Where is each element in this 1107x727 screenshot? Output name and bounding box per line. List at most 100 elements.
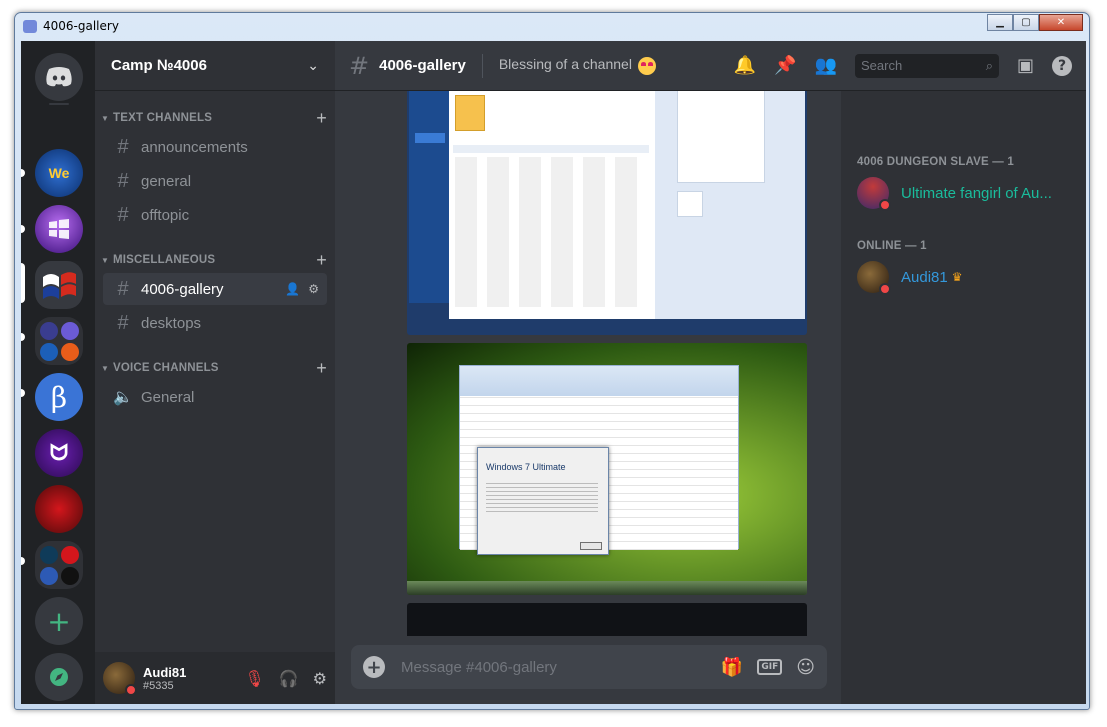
- collapse-arrow-icon: ▼: [101, 113, 110, 123]
- header-divider: [481, 53, 483, 78]
- channel-label: desktops: [141, 314, 202, 332]
- emoji-picker-icon[interactable]: ☺: [796, 657, 815, 678]
- unread-indicator: [21, 333, 25, 341]
- speaker-icon: 🔈: [113, 389, 133, 406]
- search-icon: ⌕: [985, 57, 993, 73]
- category-text-channels[interactable]: ▼ TEXT CHANNELS +: [101, 108, 327, 128]
- create-button-preview: [677, 191, 703, 217]
- channel-label: announcements: [141, 138, 248, 156]
- server-icon-camp-4006[interactable]: [35, 261, 83, 309]
- attachment-image-office[interactable]: [407, 91, 807, 335]
- window-titlebar[interactable]: 4006-gallery ▁ ▢ ✕: [15, 13, 1089, 41]
- category-miscellaneous[interactable]: ▼ MISCELLANEOUS +: [101, 250, 327, 270]
- message-input[interactable]: Message #4006-gallery: [401, 659, 557, 676]
- home-button[interactable]: [35, 53, 83, 101]
- chevron-down-icon: ⌄: [307, 57, 319, 74]
- search-input[interactable]: Search ⌕: [854, 53, 999, 78]
- create-channel-icon[interactable]: +: [316, 358, 327, 379]
- mini-server-icon: [39, 321, 58, 340]
- topic-text: Blessing of a channel: [498, 56, 632, 73]
- unread-indicator: [21, 389, 25, 397]
- inbox-icon[interactable]: ▣: [1017, 55, 1034, 76]
- gear-icon[interactable]: ⚙: [313, 669, 327, 688]
- server-icon-we[interactable]: We: [35, 149, 83, 197]
- office-new-tab: [415, 133, 445, 143]
- compass-icon: [50, 668, 68, 686]
- channel-offtopic[interactable]: # offtopic: [103, 199, 327, 231]
- channel-title: 4006-gallery: [379, 57, 466, 74]
- minimize-button[interactable]: ▁: [987, 14, 1013, 31]
- server-icon-windows-purple[interactable]: [35, 205, 83, 253]
- user-tag: #5335: [143, 679, 174, 692]
- message-composer[interactable]: + Message #4006-gallery 🎁 GIF ☺: [351, 645, 827, 689]
- close-button[interactable]: ✕: [1039, 14, 1083, 31]
- attachment-image-windows7[interactable]: Windows 7 Ultimate: [407, 343, 807, 595]
- headphones-icon[interactable]: 🎧: [279, 669, 299, 688]
- username: Audi81: [143, 664, 187, 680]
- create-channel-icon[interactable]: +: [316, 108, 327, 129]
- pin-icon[interactable]: 📌: [774, 55, 796, 76]
- bell-icon[interactable]: 🔔: [734, 55, 756, 76]
- dnd-status-icon: [125, 684, 137, 696]
- server-icon-purple[interactable]: ᗢ: [35, 429, 83, 477]
- server-folder-2[interactable]: [35, 541, 83, 589]
- winver-ok-button: [580, 542, 602, 550]
- channel-announcements[interactable]: # announcements: [103, 131, 327, 163]
- server-separator: [49, 103, 69, 105]
- member-item[interactable]: Ultimate fangirl of Au...: [857, 177, 1052, 211]
- channel-desktops[interactable]: # desktops: [103, 307, 327, 339]
- explore-servers-button[interactable]: [35, 653, 83, 701]
- office-preview-pane: [655, 91, 805, 319]
- channel-label: general: [141, 172, 192, 190]
- avatar[interactable]: [103, 662, 137, 696]
- mini-server-icon: [60, 342, 79, 361]
- create-channel-icon[interactable]: +: [316, 250, 327, 271]
- channel-sidebar: Camp №4006 ⌄ ▼ TEXT CHANNELS + # announc…: [95, 41, 335, 704]
- server-list: We β ᗢ +: [21, 41, 95, 704]
- members-icon[interactable]: 👥: [815, 55, 837, 76]
- gif-button[interactable]: GIF: [757, 659, 783, 675]
- search-placeholder: Search: [860, 58, 903, 73]
- excel-ribbon: [460, 366, 738, 396]
- mute-mic-icon[interactable]: 🎙: [244, 669, 264, 688]
- channel-label: offtopic: [141, 206, 190, 224]
- channel-4006-gallery[interactable]: # 4006-gallery 👤 ⚙: [103, 273, 327, 305]
- add-server-button[interactable]: +: [35, 597, 83, 645]
- collapse-arrow-icon: ▼: [101, 363, 110, 373]
- voice-channel-general[interactable]: 🔈 General: [103, 381, 327, 413]
- unread-indicator: [21, 225, 25, 233]
- crown-icon: ♛: [951, 270, 963, 284]
- winver-title: Windows 7 Ultimate: [486, 462, 566, 472]
- help-icon[interactable]: ?: [1052, 55, 1072, 76]
- guild-header[interactable]: Camp №4006 ⌄: [95, 41, 335, 91]
- server-we-logo: We: [48, 165, 70, 181]
- avatar: [857, 177, 891, 211]
- office-template-pane: [449, 91, 655, 319]
- server-folder-1[interactable]: [35, 317, 83, 365]
- maximize-button[interactable]: ▢: [1013, 14, 1039, 31]
- member-item[interactable]: Audi81 ♛: [857, 261, 963, 295]
- attachment-image-desktop[interactable]: [407, 603, 807, 636]
- channel-general[interactable]: # general: [103, 165, 327, 197]
- server-icon-red[interactable]: [35, 485, 83, 533]
- upload-plus-icon[interactable]: +: [363, 656, 385, 678]
- preview-page: [677, 91, 765, 183]
- window-title: 4006-gallery: [43, 19, 119, 33]
- invite-icon[interactable]: 👤: [285, 282, 300, 296]
- role-header: 4006 DUNGEON SLAVE — 1: [857, 156, 1014, 168]
- channel-topic: Blessing of a channel: [498, 56, 656, 75]
- member-name: Audi81: [901, 268, 948, 286]
- gear-icon[interactable]: ⚙: [308, 282, 319, 296]
- office-online-bar: [453, 145, 649, 153]
- horn-logo-icon: ᗢ: [49, 440, 69, 466]
- avatar: [857, 261, 891, 295]
- server-icon-beta[interactable]: β: [35, 373, 83, 421]
- dnd-status-icon: [879, 199, 891, 211]
- guild-name: Camp №4006: [111, 57, 207, 74]
- gift-icon[interactable]: 🎁: [721, 657, 743, 678]
- winver-text-lines: [486, 482, 598, 512]
- windows-logo-icon: [49, 219, 69, 239]
- mini-server-icon: [39, 545, 58, 564]
- beta-glyph-icon: β: [50, 380, 68, 414]
- category-voice-channels[interactable]: ▼ VOICE CHANNELS +: [101, 358, 327, 378]
